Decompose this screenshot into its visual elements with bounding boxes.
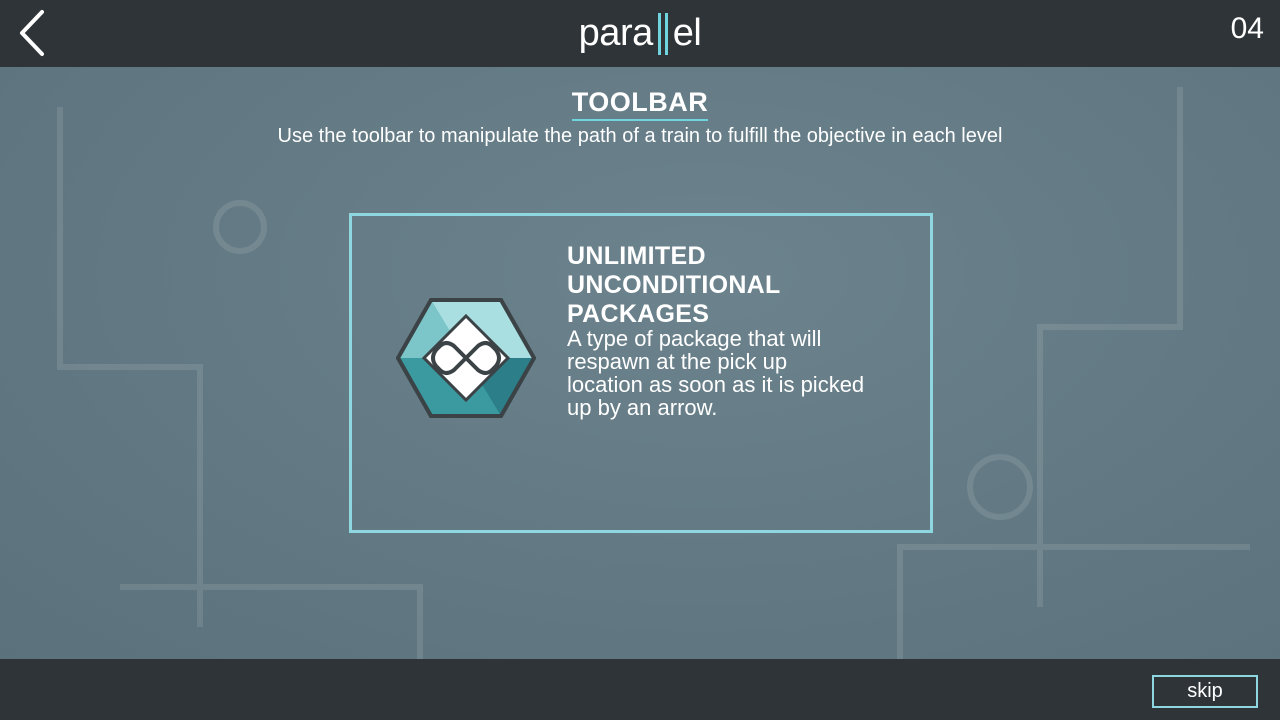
card-title: UNLIMITED UNCONDITIONAL PACKAGES	[567, 242, 897, 329]
card-description-line: location as soon as it is picked	[567, 372, 865, 397]
back-button[interactable]	[10, 6, 54, 60]
section-title: TOOLBAR	[571, 87, 709, 121]
tutorial-stage: TOOLBAR Use the toolbar to manipulate th…	[0, 67, 1280, 659]
top-bar: para el 04	[0, 0, 1280, 67]
logo-parallel-bars	[656, 12, 670, 55]
logo-text-left: para	[578, 12, 654, 54]
card-title-line: UNLIMITED	[567, 242, 706, 270]
card-description: A type of package that will respawn at t…	[567, 327, 897, 419]
card-description-line: up by an arrow.	[567, 395, 718, 420]
skip-button[interactable]: skip	[1152, 675, 1258, 708]
logo-text-right: el	[672, 12, 702, 54]
level-number: 04	[1230, 12, 1264, 45]
section-heading: TOOLBAR	[0, 87, 1280, 121]
app-logo: para el	[0, 0, 1280, 67]
card-title-line: PACKAGES	[567, 300, 710, 328]
card-description-line: A type of package that will	[567, 326, 822, 351]
chevron-left-icon	[20, 10, 44, 56]
tool-info-card: UNLIMITED UNCONDITIONAL PACKAGES A type …	[349, 213, 933, 533]
bottom-bar: skip	[0, 659, 1280, 720]
card-description-line: respawn at the pick up	[567, 349, 788, 374]
unlimited-package-icon	[395, 296, 537, 420]
card-title-line: UNCONDITIONAL	[567, 271, 781, 299]
section-subtitle: Use the toolbar to manipulate the path o…	[277, 125, 1003, 147]
